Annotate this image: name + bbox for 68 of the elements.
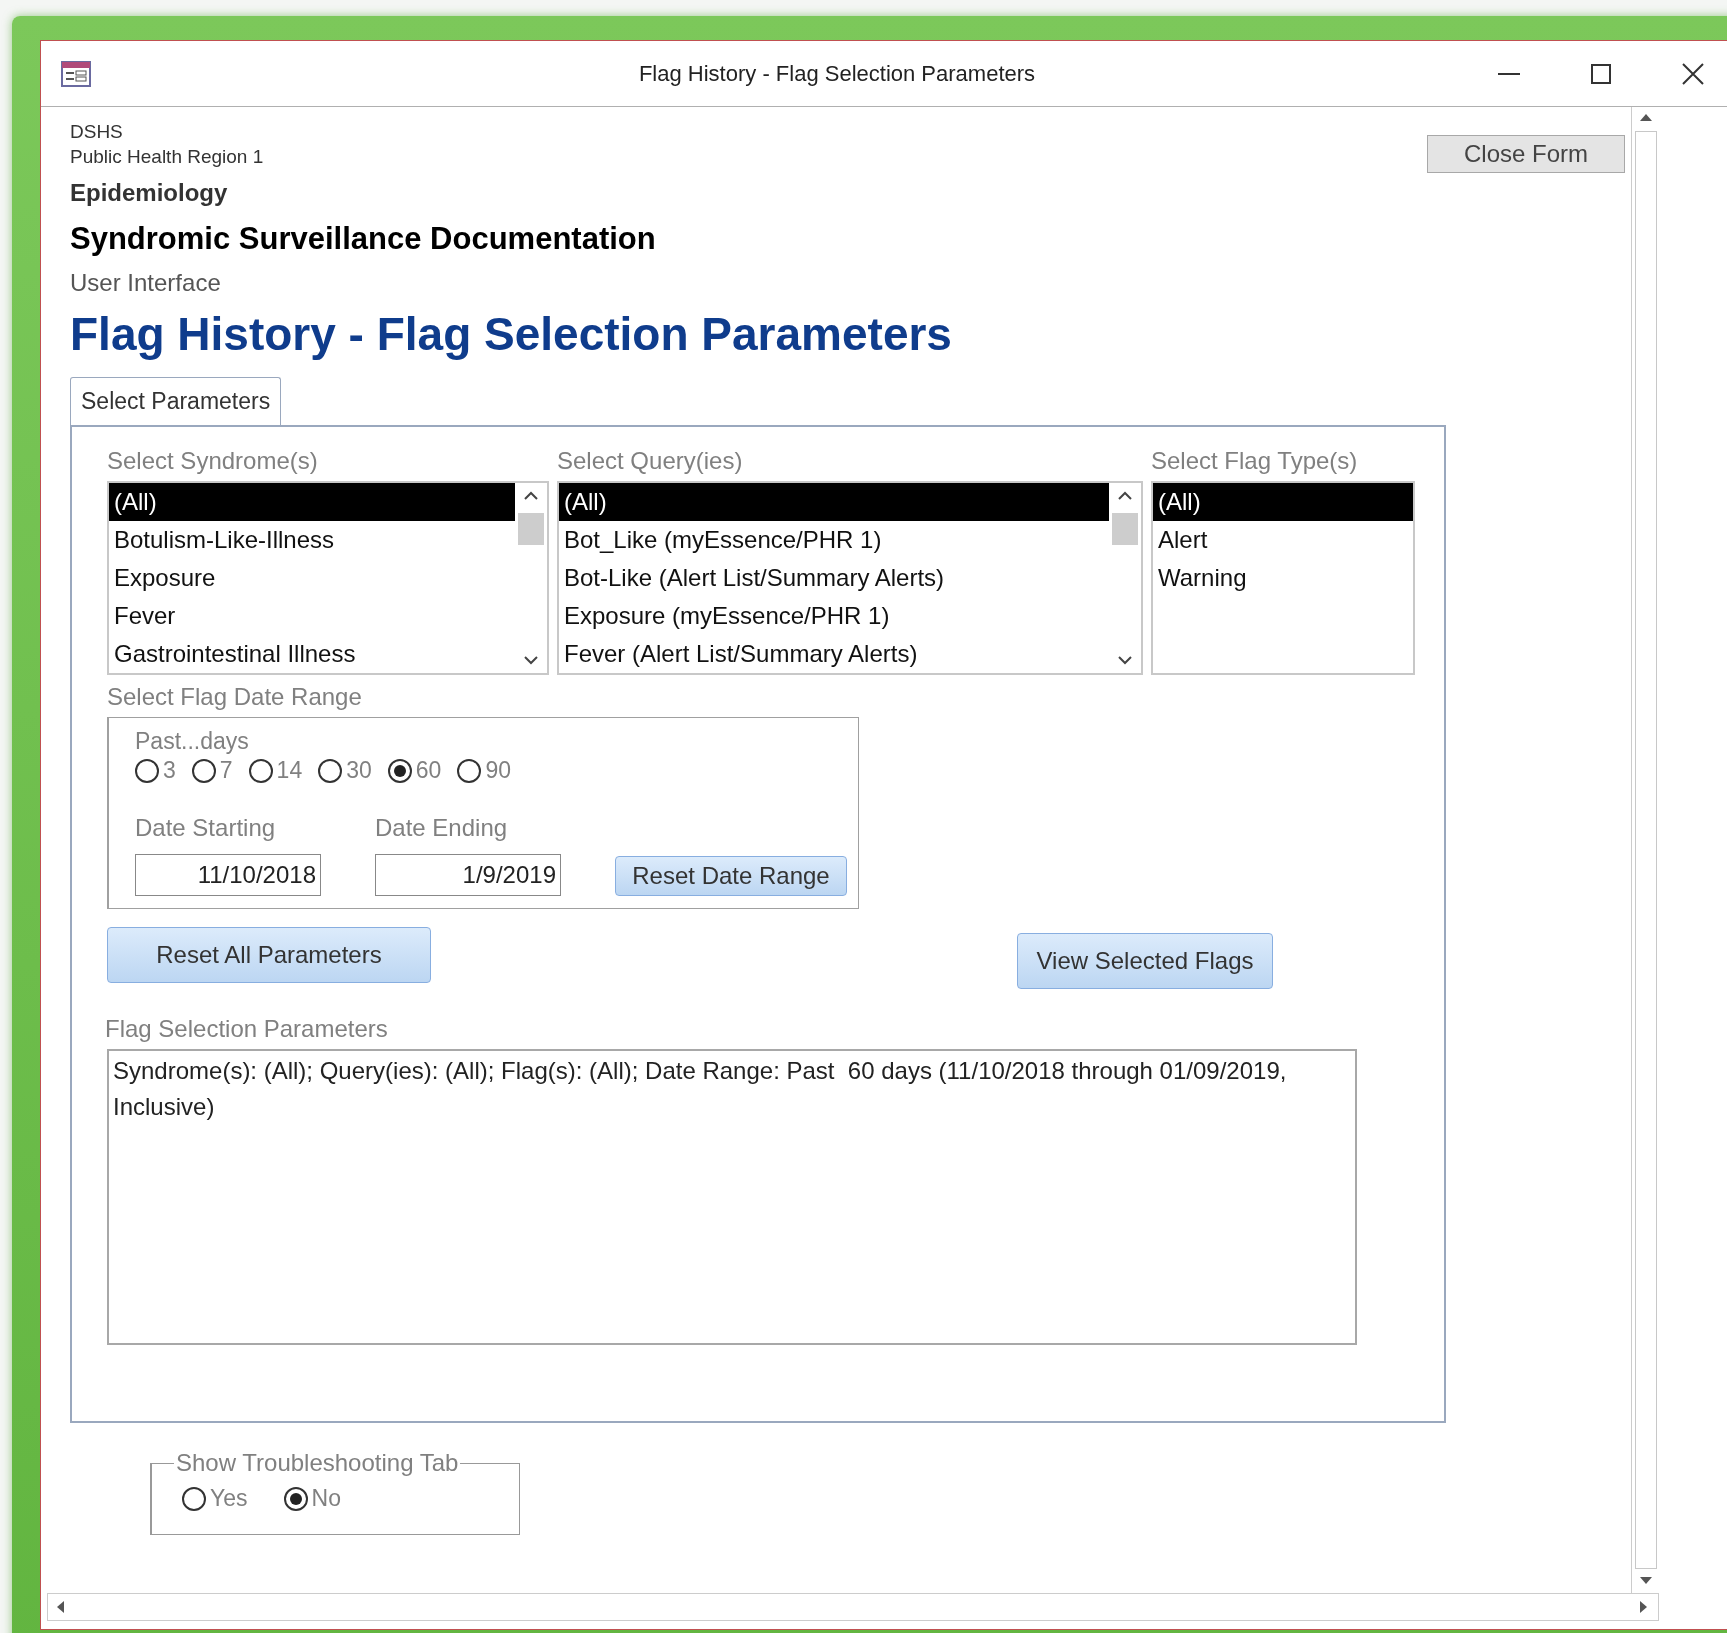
option-label: 90 [485,757,511,784]
org-name: DSHS [70,120,123,144]
list-item[interactable]: (All) [109,483,515,521]
list-item[interactable]: Fever (Alert List/Summary Alerts) [559,635,1109,673]
radio-button[interactable] [387,758,412,783]
scroll-down-icon[interactable] [1118,655,1132,665]
radio-button[interactable] [283,1486,308,1511]
radio-button[interactable] [248,758,273,783]
list-item[interactable]: (All) [1153,483,1413,521]
minimize-icon [1498,72,1520,75]
option-label: No [311,1485,341,1512]
view-flags-button[interactable]: View Selected Flags [1017,933,1273,989]
list-label: Select Flag Type(s) [1151,447,1359,475]
list-item[interactable]: Bot_Like (myEssence/PHR 1) [559,521,1109,559]
vertical-scrollbar[interactable] [1631,107,1659,1593]
end-date-field[interactable]: 1/9/2019 [375,854,561,896]
form-title: Flag History - Flag Selection Parameters [70,307,952,361]
troubleshooting-label: Show Troubleshooting Tab [175,1449,460,1477]
list-label: Select Syndrome(s) [107,447,319,475]
radio-button[interactable] [135,758,159,783]
window-title: Flag History - Flag Selection Parameters [637,60,1037,87]
summary-label: Flag Selection Parameters [105,1015,389,1043]
start-date-label: Date Starting [135,814,277,842]
option-label: 7 [219,757,233,784]
list-item[interactable]: Fever [109,597,515,635]
start-date-field[interactable]: 11/10/2018 [135,854,321,896]
list-box[interactable]: (All) Alert Warning [1151,481,1415,675]
reset-all-button[interactable]: Reset All Parameters [107,927,431,983]
option-label: 30 [346,757,372,784]
department-name: Epidemiology [70,179,228,207]
list-label: Select Query(ies) [557,447,744,475]
list-box[interactable]: (All) Bot_Like (myEssence/PHR 1) Bot-Like (Alert List/Summary Alerts) Exposure (myEssence/PHR 1) Fever (Alert List/Summary Alerts) [557,481,1143,675]
scroll-down-icon[interactable] [524,655,538,665]
close-icon [1682,62,1704,85]
option-label: Yes [210,1485,248,1512]
scrollbar-thumb[interactable] [1112,513,1138,545]
region-name: Public Health Region 1 [70,145,264,169]
scrollbar-thumb[interactable] [518,513,544,545]
scroll-up-icon[interactable] [524,491,538,501]
reset-date-range-button[interactable]: Reset Date Range [615,856,847,896]
list-item[interactable]: Exposure [109,559,515,597]
tab[interactable]: Select Parameters [70,377,282,426]
list-item[interactable]: (All) [559,483,1109,521]
list-item[interactable]: Bot-Like (Alert List/Summary Alerts) [559,559,1109,597]
option-label: 14 [276,757,303,784]
radio-button[interactable] [191,758,216,783]
radio-button[interactable] [457,758,482,783]
radio-button[interactable] [318,758,343,783]
scroll-up-icon[interactable] [1118,491,1132,501]
past-days-label: Past...days [135,728,249,754]
horizontal-scrollbar[interactable] [47,1593,1659,1621]
list-item[interactable]: Warning [1153,559,1413,597]
close-form-button[interactable]: Close Form [1427,135,1625,173]
radio-button[interactable] [182,1486,206,1511]
section-name: User Interface [70,269,221,297]
maximize-icon [1591,63,1611,84]
list-item[interactable]: Botulism-Like-Illness [109,521,515,559]
list-item[interactable]: Exposure (myEssence/PHR 1) [559,597,1109,635]
date-range-label: Select Flag Date Range [107,683,363,711]
summary-field[interactable]: Syndrome(s): (All); Query(ies): (All); Flag(s): (All); Date Range: Past 60 days (11/10/2018 through 01/09/2019, Inclusive) [107,1049,1357,1345]
option-label: 3 [163,757,176,784]
list-item[interactable]: Gastrointestinal Illness [109,635,515,673]
form-icon [61,60,91,87]
list-item[interactable]: Alert [1153,521,1413,559]
list-box[interactable]: (All) Botulism-Like-Illness Exposure Fever Gastrointestinal Illness [107,481,549,675]
end-date-label: Date Ending [375,814,509,842]
system-name: Syndromic Surveillance Documentation [70,221,656,257]
option-label: 60 [415,757,442,784]
